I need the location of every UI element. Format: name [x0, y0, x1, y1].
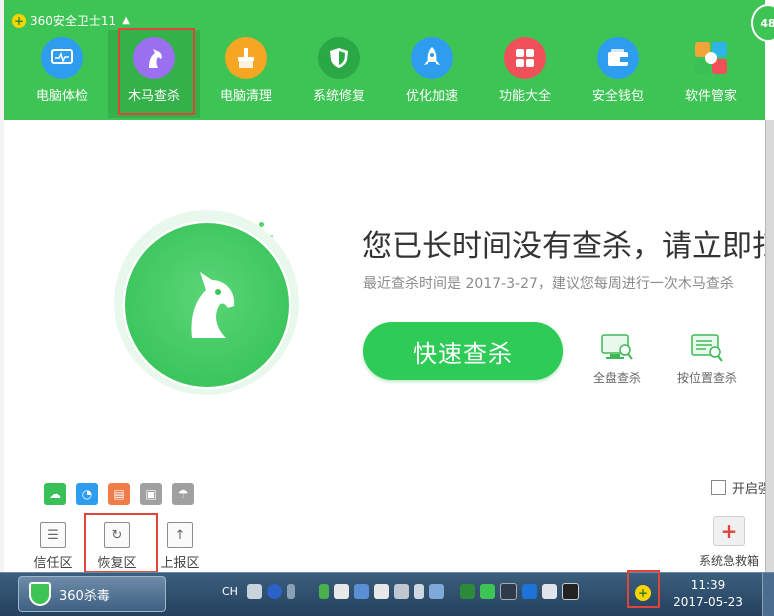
keyboard-icon[interactable]: [246, 584, 262, 599]
highlight-box-tray: [627, 570, 660, 608]
desktop-edge-right: [765, 120, 774, 572]
checkbox-box[interactable]: [711, 480, 726, 495]
qq-icon[interactable]: [499, 583, 517, 600]
nav-label: 软件管家: [684, 89, 737, 104]
user-icon[interactable]: [393, 584, 409, 599]
shield-icon: [318, 37, 360, 79]
taskbar: 360杀毒 CH + 11:39 2017-05-23: [0, 570, 774, 616]
document-icon[interactable]: ▤: [108, 483, 130, 505]
nav-item-software[interactable]: 软件管家: [665, 30, 757, 118]
clock-time: 11:39: [690, 578, 726, 592]
header-bar: + 360安全卫士11 ▲ 电脑体检 木马查杀 电脑清理 系统修复 优化加速 功…: [4, 0, 765, 120]
image-icon[interactable]: ▣: [140, 483, 162, 505]
system-tray: CH: [222, 583, 579, 600]
custom-scan-label: 按位置查杀: [676, 371, 737, 385]
battery-icon[interactable]: [318, 584, 329, 599]
nav-label: 系统修复: [312, 89, 365, 104]
custom-scan-option[interactable]: 按位置查杀: [672, 333, 742, 386]
nav-label: 电脑体检: [35, 89, 88, 104]
gamepad-icon[interactable]: [373, 584, 389, 599]
app-window: + 360安全卫士11 ▲ 电脑体检 木马查杀 电脑清理 系统修复 优化加速 功…: [4, 0, 765, 572]
nav-label: 安全钱包: [591, 89, 644, 104]
upgrade-arrow-icon[interactable]: ▲: [122, 15, 130, 26]
trust-zone-label: 信任区: [33, 556, 73, 571]
help-icon[interactable]: [266, 584, 282, 599]
360-shield-tray-icon[interactable]: [479, 584, 495, 599]
monitor-icon: [41, 37, 83, 79]
nav-item-repair[interactable]: 系统修复: [293, 30, 385, 118]
taskbar-app-360-antivirus[interactable]: 360杀毒: [18, 576, 166, 612]
horse-icon: [191, 272, 235, 338]
nav-item-optimize[interactable]: 优化加速: [386, 30, 478, 118]
first-aid-kit-icon: [713, 516, 745, 546]
trust-zone-button[interactable]: ☰ 信任区: [23, 522, 83, 571]
cloud-icon[interactable]: ☁: [44, 483, 66, 505]
upload-icon: ↑: [167, 522, 193, 548]
gamepad-icon[interactable]: [333, 584, 349, 599]
umbrella-icon[interactable]: ☂: [172, 483, 194, 505]
highlight-box-trojan-scan: [118, 28, 195, 115]
app-title: + 360安全卫士11 ▲: [12, 12, 130, 29]
network-icon[interactable]: [428, 584, 444, 599]
auto-protect-checkbox[interactable]: 开启强: [711, 478, 765, 497]
monitor-tray-icon[interactable]: [459, 584, 475, 599]
report-zone-label: 上报区: [160, 556, 200, 571]
quick-tools-row: ☁ ◔ ▤ ▣ ☂: [44, 483, 194, 505]
wallet-icon: [597, 37, 639, 79]
network-tool-icon[interactable]: [353, 584, 369, 599]
full-scan-option[interactable]: 全盘查杀: [582, 333, 652, 386]
nav-item-wallet[interactable]: 安全钱包: [572, 30, 664, 118]
full-scan-label: 全盘查杀: [592, 371, 641, 385]
system-rescue-button[interactable]: 系统急救箱: [694, 516, 764, 569]
logo-icon: +: [12, 13, 26, 28]
rocket-icon: [411, 37, 453, 79]
volume-icon[interactable]: [413, 584, 424, 599]
quick-scan-button[interactable]: 快速查杀: [363, 322, 563, 380]
antivirus-shield-icon: [29, 582, 51, 606]
last-scan-info: 最近查杀时间是 2017-3-27，建议您每周进行一次木马查杀: [363, 276, 734, 292]
browser-icon[interactable]: [521, 584, 537, 599]
nav-label: 优化加速: [405, 89, 458, 104]
auto-protect-label: 开启强: [732, 482, 765, 497]
nav-item-cleanup[interactable]: 电脑清理: [200, 30, 292, 118]
page-headline: 您已长时间没有查杀，请立即扫: [362, 229, 765, 264]
show-desktop-button[interactable]: [762, 573, 774, 616]
clock-date: 2017-05-23: [673, 595, 743, 609]
custom-scan-icon: [691, 334, 723, 362]
apps-icon: [690, 37, 732, 79]
highlight-box-restore: [84, 513, 158, 572]
ime-indicator[interactable]: CH: [222, 585, 238, 598]
device-icon[interactable]: [541, 584, 557, 599]
checklist-icon: ☰: [40, 522, 66, 548]
full-scan-icon: [601, 334, 633, 360]
speed-icon[interactable]: ◔: [76, 483, 98, 505]
tray-options-icon[interactable]: [286, 584, 295, 599]
app-title-text: 360安全卫士11: [30, 14, 117, 28]
flag-icon[interactable]: [561, 583, 579, 600]
system-rescue-label: 系统急救箱: [698, 554, 759, 568]
nav-label: 电脑清理: [219, 89, 272, 104]
report-zone-button[interactable]: ↑ 上报区: [150, 522, 210, 571]
clock[interactable]: 11:39 2017-05-23: [668, 577, 748, 611]
grid-icon: [504, 37, 546, 79]
nav-item-checkup[interactable]: 电脑体检: [16, 30, 108, 118]
nav-item-features[interactable]: 功能大全: [479, 30, 571, 118]
broom-icon: [225, 37, 267, 79]
nav-label: 功能大全: [498, 89, 551, 104]
taskbar-app-label: 360杀毒: [59, 588, 110, 604]
